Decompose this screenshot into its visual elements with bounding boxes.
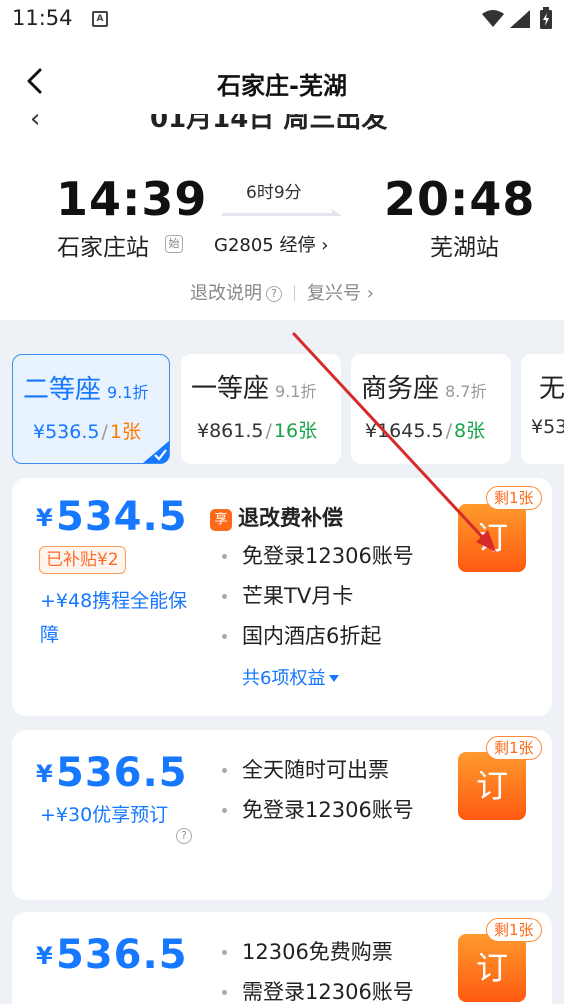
train-type-link[interactable]: 复兴号 ›: [307, 283, 374, 304]
subsidy-badge: 已补贴¥2: [39, 546, 126, 574]
remaining-badge: 剩1张: [486, 486, 542, 510]
notification-icon: A: [92, 11, 108, 27]
seat-tab-price: ¥536.5/1张: [33, 421, 141, 443]
trip-duration: 6时9分: [246, 183, 302, 203]
seat-tab-business-class[interactable]: 商务座 8.7折 ¥1645.5/8张: [351, 354, 511, 464]
arrival-station: 芜湖站: [430, 235, 499, 261]
seat-tab-discount: 8.7折: [445, 382, 487, 401]
wifi-icon: [482, 10, 504, 27]
trip-header: 石家庄-芜湖 ‹ 01月14日 周三出发 14:39 6时9分 20:48 石家…: [0, 40, 564, 320]
benefit-item: 免登录12306账号: [222, 536, 414, 576]
currency-symbol: ¥: [36, 760, 53, 788]
page-title: 石家庄-芜湖: [217, 72, 347, 100]
departure-date: 01月14日 周三出发: [150, 114, 388, 134]
benefit-list: 12306免费购票 需登录12306账号: [222, 932, 414, 1004]
offer-price: 536.5: [56, 750, 188, 796]
book-button[interactable]: 订: [458, 752, 526, 820]
status-time: 11:54: [12, 6, 73, 30]
benefit-title: 享退改费补偿: [210, 502, 343, 532]
benefit-item: 芒果TV月卡: [222, 576, 414, 616]
benefit-list: 全天随时可出票 免登录12306账号: [222, 750, 414, 830]
seat-tab-count: 1张: [109, 421, 141, 443]
selected-check-icon: [143, 441, 169, 463]
refund-policy-label: 退改说明: [190, 283, 263, 304]
battery-icon: [540, 7, 552, 29]
remaining-badge: 剩1张: [486, 736, 542, 760]
more-benefits-link[interactable]: 共6项权益: [242, 664, 340, 690]
question-icon[interactable]: ?: [176, 828, 192, 844]
seat-tab-name: 商务座 8.7折: [361, 374, 487, 404]
seat-tab-name: 二等座 9.1折: [23, 375, 149, 405]
previous-day-icon[interactable]: ‹: [30, 114, 40, 134]
insurance-addon[interactable]: +¥48携程全能保障: [40, 584, 190, 652]
currency-symbol: ¥: [36, 942, 53, 970]
duration-arrow-icon: [222, 209, 342, 216]
seat-tab-second-class[interactable]: 二等座 9.1折 ¥536.5/1张: [12, 354, 170, 464]
status-bar: 11:54 A: [0, 0, 564, 40]
benefit-item: 免登录12306账号: [222, 790, 414, 830]
divider: [294, 285, 296, 301]
offer-price: 536.5: [56, 932, 188, 978]
enjoy-badge-icon: 享: [210, 509, 232, 531]
seat-tab-count: 16张: [273, 420, 318, 442]
arrival-time: 20:48: [384, 172, 536, 226]
date-selector[interactable]: ‹ 01月14日 周三出发: [30, 114, 530, 136]
book-button[interactable]: 订: [458, 504, 526, 572]
benefit-item: 国内酒店6折起: [222, 616, 414, 656]
refund-policy-link[interactable]: 退改说明?: [190, 283, 283, 304]
benefit-item: 12306免费购票: [222, 932, 414, 972]
seat-tab-price: ¥53: [531, 416, 564, 438]
benefit-list: 免登录12306账号 芒果TV月卡 国内酒店6折起: [222, 536, 414, 656]
origin-badge: 始: [165, 235, 183, 253]
currency-symbol: ¥: [36, 504, 53, 532]
seat-tab-no-seat[interactable]: 无 ¥53: [521, 354, 564, 464]
seat-tab-name: 无: [539, 374, 564, 404]
seat-tab-discount: 9.1折: [275, 382, 317, 401]
book-button[interactable]: 订: [458, 934, 526, 1002]
caret-down-icon: [329, 675, 340, 682]
offer-card: ¥ 536.5 12306免费购票 需登录12306账号 订 剩1张: [12, 912, 552, 1004]
signal-icon: [510, 10, 530, 28]
departure-station: 石家庄站: [57, 235, 149, 261]
offer-card: ¥ 536.5 +¥30优享预订 ? 全天随时可出票 免登录12306账号 订 …: [12, 730, 552, 900]
question-icon: ?: [266, 286, 283, 302]
offer-card: ¥ 534.5 已补贴¥2 +¥48携程全能保障 享退改费补偿 免登录12306…: [12, 478, 552, 716]
seat-tab-first-class[interactable]: 一等座 9.1折 ¥861.5/16张: [181, 354, 341, 464]
seat-tab-count: 8张: [453, 420, 486, 442]
departure-time: 14:39: [56, 172, 208, 226]
offer-price: 534.5: [56, 494, 188, 540]
seat-tab-discount: 9.1折: [107, 383, 149, 402]
seat-tab-name: 一等座 9.1折: [191, 374, 317, 404]
info-links: 退改说明? 复兴号 ›: [0, 279, 564, 305]
benefit-item: 全天随时可出票: [222, 750, 414, 790]
remaining-badge: 剩1张: [486, 918, 542, 942]
seat-tab-price: ¥1645.5/8张: [365, 420, 486, 442]
priority-booking-addon[interactable]: +¥30优享预订: [40, 798, 170, 832]
seat-tab-price: ¥861.5/16张: [197, 420, 318, 442]
benefit-item: 需登录12306账号: [222, 972, 414, 1004]
train-stops-link[interactable]: G2805 经停 ›: [214, 231, 328, 257]
